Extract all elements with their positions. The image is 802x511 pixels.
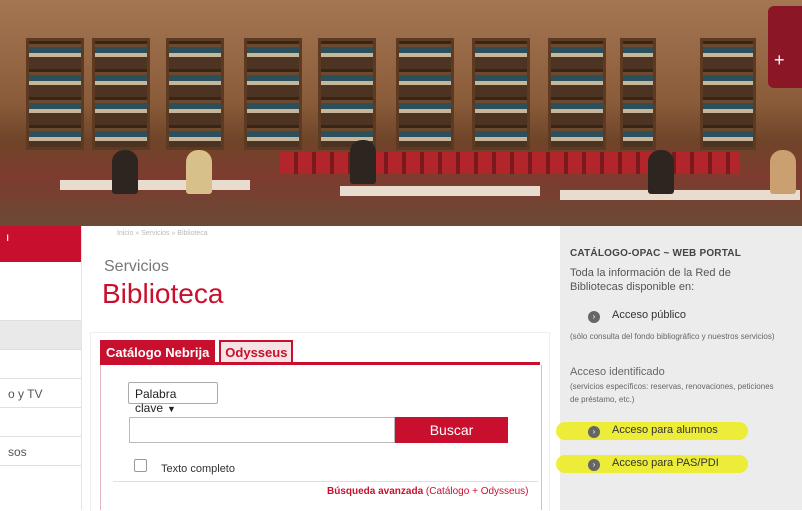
sidebar-header: ı [0, 226, 81, 262]
advanced-search-link[interactable]: Búsqueda avanzada (Catálogo + Odysseus) [327, 486, 528, 497]
public-access-label: Acceso público [612, 309, 686, 321]
sidebar-item-1[interactable] [0, 292, 81, 321]
catalog-tabs: Catálogo Nebrija Odysseus [100, 340, 294, 362]
advanced-search-label: Búsqueda avanzada [327, 486, 424, 497]
advanced-search-suffix: (Catálogo + Odysseus) [423, 486, 529, 497]
public-access-note: (sólo consulta del fondo bibliográfico y… [570, 332, 775, 341]
identified-access-title: Acceso identificado [570, 366, 665, 378]
tab-catalogo-nebrija[interactable]: Catálogo Nebrija [100, 340, 216, 362]
search-input[interactable] [129, 417, 395, 443]
sidebar-item-3[interactable] [0, 350, 81, 379]
brand-tab[interactable]: + [768, 6, 802, 88]
staff-access-link[interactable]: › Acceso para PAS/PDI [588, 457, 719, 471]
arrow-circle-icon: › [588, 311, 600, 323]
identified-access-note: (servicios específicos: reservas, renova… [570, 382, 774, 404]
sidebar-item-5[interactable] [0, 408, 81, 437]
left-sidebar: ı o y TV sos [0, 226, 82, 510]
tab-odysseus[interactable]: Odysseus [219, 340, 294, 362]
panel-title: CATÁLOGO-OPAC ~ WEB PORTAL [570, 248, 742, 259]
sidebar-item-2[interactable] [0, 321, 81, 350]
page-title: Biblioteca [102, 278, 224, 309]
search-type-select[interactable]: Palabra clave ▼ [128, 382, 218, 415]
fulltext-label: Texto completo [161, 463, 235, 475]
panel-description: Toda la información de la Red de Bibliot… [570, 267, 731, 293]
dropdown-arrow-icon: ▼ [167, 404, 176, 414]
sidebar-item-recursos[interactable]: sos [0, 437, 81, 466]
public-access-link[interactable]: › Acceso público [588, 309, 686, 323]
divider [113, 481, 538, 482]
sidebar-item-radio-tv[interactable]: o y TV [0, 379, 81, 408]
students-access-label: Acceso para alumnos [612, 424, 718, 436]
section-label: Servicios [104, 258, 169, 275]
library-banner-image: + [0, 0, 802, 226]
search-button[interactable]: Buscar [395, 417, 508, 443]
breadcrumb[interactable]: Inicio » Servicios » Biblioteca [117, 230, 208, 237]
arrow-circle-icon: › [588, 459, 600, 471]
staff-access-label: Acceso para PAS/PDI [612, 457, 719, 469]
students-access-link[interactable]: › Acceso para alumnos [588, 424, 718, 438]
fulltext-checkbox[interactable] [134, 459, 147, 472]
arrow-circle-icon: › [588, 426, 600, 438]
